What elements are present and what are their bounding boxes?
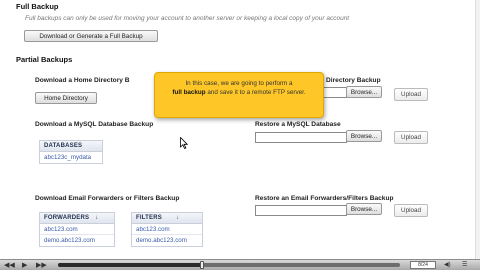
tutorial-callout: In this case, we are going to perform a …: [154, 72, 324, 118]
play-icon[interactable]: ▶: [22, 261, 27, 270]
database-link[interactable]: abc123c_mydata: [40, 152, 102, 163]
seek-progress: [58, 263, 202, 267]
full-backup-note: Full backups can only be used for moving…: [25, 15, 350, 22]
filters-header-label: FILTERS: [136, 215, 162, 221]
mysql-browse-button[interactable]: Browse...: [346, 130, 382, 142]
mysql-file-input[interactable]: [255, 132, 347, 143]
sort-arrow-icon: ↓: [95, 215, 99, 221]
menu-icon[interactable]: ☰: [462, 261, 467, 270]
restore-mysql-heading: Restore a MySQL Database: [255, 121, 341, 128]
filter-link[interactable]: abc123.com: [132, 224, 202, 235]
databases-header: DATABASES: [40, 141, 102, 152]
fast-forward-icon[interactable]: ▶▶: [36, 261, 47, 270]
sort-arrow-icon: ↓: [175, 215, 180, 221]
restore-home-directory-heading: Directory Backup: [326, 77, 381, 84]
download-full-backup-button[interactable]: Download or Generate a Full Backup: [24, 30, 158, 42]
volume-icon[interactable]: ◀): [444, 261, 451, 270]
callout-line1: In this case, we are going to perform a: [185, 80, 293, 87]
seek-handle[interactable]: [199, 261, 204, 269]
callout-bold-text: full backup: [172, 89, 206, 96]
mouse-cursor-icon: [180, 137, 188, 149]
partial-backups-heading: Partial Backups: [16, 55, 73, 64]
forwarders-header-label: FORWARDERS: [44, 215, 90, 221]
download-mysql-heading: Download a MySQL Database Backup: [35, 121, 154, 128]
email-browse-button[interactable]: Browse...: [346, 203, 382, 215]
home-directory-button[interactable]: Home Directory: [35, 92, 97, 104]
rewind-icon[interactable]: ◀◀: [4, 261, 15, 270]
forwarder-link[interactable]: abc123.com: [40, 224, 114, 235]
filter-link[interactable]: demo.abc123.com: [132, 235, 202, 246]
email-file-input[interactable]: [255, 205, 347, 216]
slide-counter: 8/24: [410, 261, 436, 269]
forwarders-header[interactable]: FORWARDERS ↓: [40, 213, 114, 224]
home-directory-browse-button[interactable]: Browse...: [346, 86, 382, 98]
filters-table: FILTERS ↓ abc123.com demo.abc123.com: [131, 212, 203, 247]
download-home-directory-heading: Download a Home Directory B: [35, 77, 130, 84]
email-upload-button[interactable]: Upload: [394, 204, 428, 217]
forwarders-table: FORWARDERS ↓ abc123.com demo.abc123.com: [39, 212, 115, 247]
restore-email-heading: Restore an Email Forwarders/Filters Back…: [255, 195, 394, 202]
forwarder-link[interactable]: demo.abc123.com: [40, 235, 114, 246]
full-backup-heading: Full Backup: [16, 2, 59, 11]
page-scrollbar[interactable]: [475, 0, 480, 260]
home-directory-upload-button[interactable]: Upload: [394, 88, 428, 101]
mysql-upload-button[interactable]: Upload: [394, 131, 428, 144]
seek-track[interactable]: [58, 261, 400, 269]
filters-header[interactable]: FILTERS ↓: [132, 213, 202, 224]
video-player-bar: ◀◀ ▶ ▶▶ 8/24 ◀) ☰: [0, 259, 480, 270]
download-email-heading: Download Email Forwarders or Filters Bac…: [35, 195, 180, 202]
databases-table: DATABASES abc123c_mydata: [39, 140, 103, 164]
callout-rest: and save it to a remote FTP server.: [205, 89, 306, 96]
